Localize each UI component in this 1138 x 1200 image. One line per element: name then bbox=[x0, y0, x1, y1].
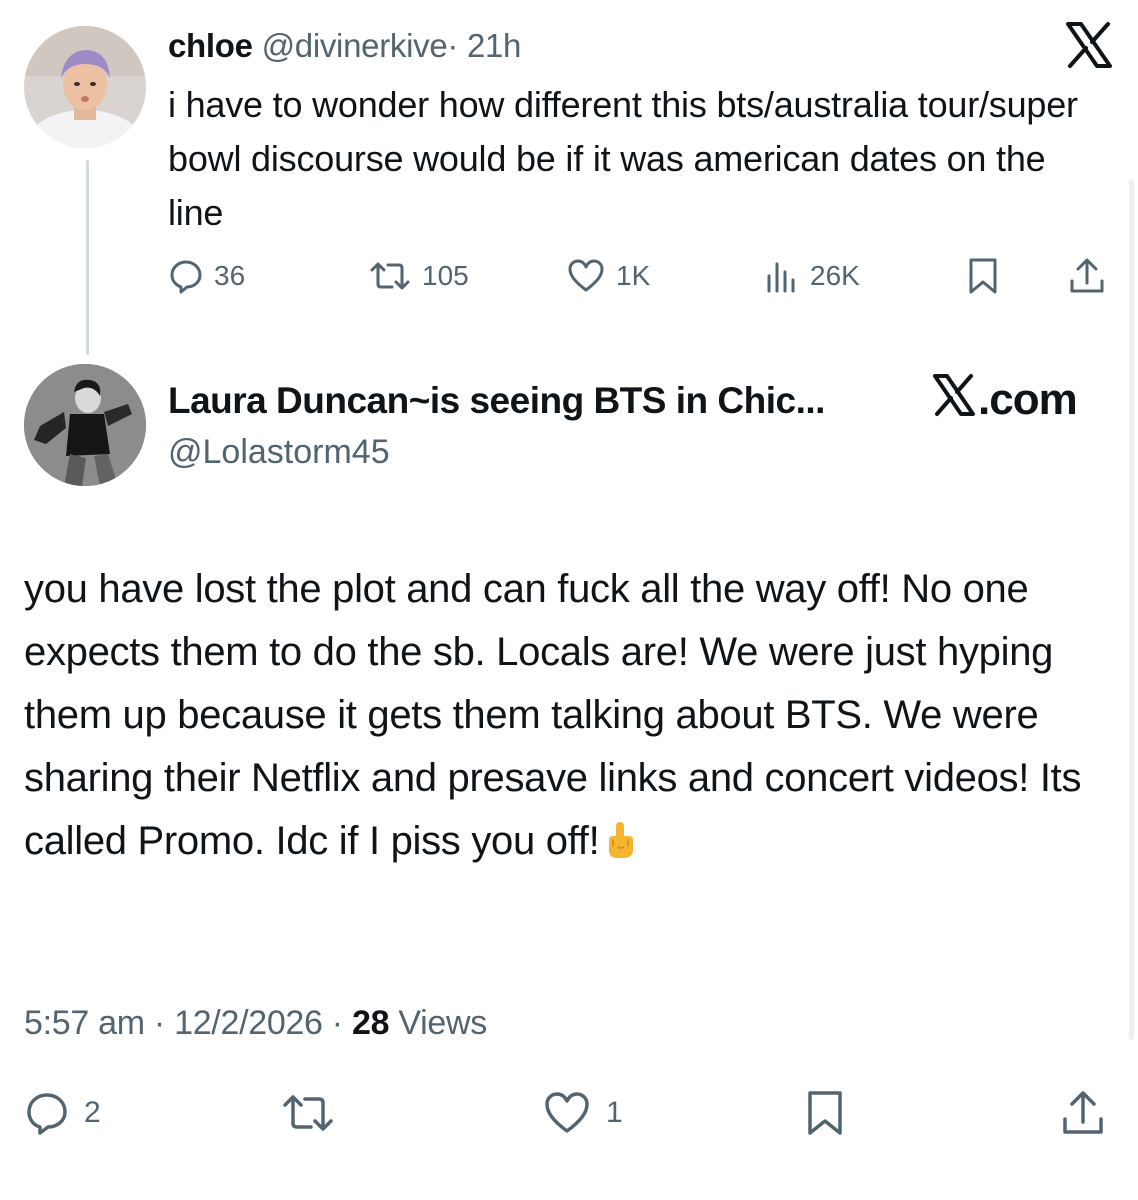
x-logo-icon bbox=[932, 373, 978, 428]
bookmark-button[interactable] bbox=[804, 1088, 846, 1138]
author-handle[interactable]: @divinerkive bbox=[262, 27, 448, 64]
scrollbar-thumb[interactable] bbox=[1129, 180, 1134, 1040]
like-icon bbox=[542, 1090, 592, 1136]
like-button[interactable]: 1 bbox=[542, 1088, 623, 1138]
middle-finger-emoji-icon bbox=[605, 816, 635, 879]
share-button[interactable] bbox=[1068, 254, 1106, 298]
reply-meta: 5:57 am · 12/2/2026 · 28 Views bbox=[24, 1000, 487, 1046]
views-count: 28 bbox=[351, 1004, 390, 1042]
tweet-timestamp[interactable]: 21h bbox=[467, 27, 521, 64]
share-icon bbox=[1068, 257, 1106, 295]
reply-author-name[interactable]: Laura Duncan~is seeing BTS in Chic... bbox=[168, 378, 825, 424]
avatar-chloe[interactable] bbox=[24, 26, 146, 148]
share-icon bbox=[1060, 1089, 1106, 1137]
views-button[interactable]: 26K bbox=[764, 254, 860, 298]
reply-count: 2 bbox=[84, 1096, 101, 1129]
reply-time[interactable]: 5:57 am bbox=[24, 1004, 145, 1042]
reply-count: 36 bbox=[214, 260, 246, 291]
like-count: 1K bbox=[616, 260, 651, 291]
brand-text: .com bbox=[978, 375, 1078, 424]
reply-button[interactable]: 2 bbox=[24, 1088, 101, 1138]
meta-separator: · bbox=[322, 1004, 352, 1042]
reply-icon bbox=[168, 258, 204, 294]
like-icon bbox=[566, 258, 606, 294]
views-count: 26K bbox=[810, 260, 860, 291]
views-icon bbox=[764, 258, 800, 294]
repost-button[interactable] bbox=[280, 1088, 336, 1138]
repost-icon bbox=[368, 258, 412, 294]
quoted-tweet-header: chloe @divinerkive· 21h bbox=[168, 26, 521, 66]
thread-connector-line bbox=[86, 160, 89, 355]
reply-author-handle[interactable]: @Lolastorm45 bbox=[168, 430, 390, 474]
share-button[interactable] bbox=[1060, 1088, 1106, 1138]
repost-icon bbox=[280, 1090, 336, 1136]
reply-tweet-body: you have lost the plot and can fuck all … bbox=[24, 567, 1082, 863]
x-logo-icon bbox=[1064, 20, 1114, 70]
quoted-tweet-text: i have to wonder how different this bts/… bbox=[168, 84, 1078, 233]
views-label: Views bbox=[389, 1004, 487, 1042]
like-button[interactable]: 1K bbox=[566, 254, 650, 298]
repost-button[interactable]: 105 bbox=[368, 254, 469, 298]
reply-date[interactable]: 12/2/2026 bbox=[174, 1004, 323, 1042]
reply-tweet-text: you have lost the plot and can fuck all … bbox=[24, 558, 1114, 879]
reply-icon bbox=[24, 1090, 70, 1136]
meta-separator: · bbox=[144, 1004, 175, 1042]
bookmark-icon bbox=[966, 257, 1000, 295]
repost-count: 105 bbox=[422, 260, 469, 291]
x-com-brand: .com bbox=[932, 373, 1078, 428]
bookmark-button[interactable] bbox=[966, 254, 1000, 298]
reply-button[interactable]: 36 bbox=[168, 254, 245, 298]
bookmark-icon bbox=[804, 1089, 846, 1137]
scrollbar[interactable] bbox=[1128, 0, 1134, 1200]
avatar-laura-duncan[interactable] bbox=[24, 364, 146, 486]
author-name[interactable]: chloe bbox=[168, 27, 253, 64]
separator-dot: · bbox=[447, 27, 459, 64]
like-count: 1 bbox=[606, 1096, 623, 1129]
